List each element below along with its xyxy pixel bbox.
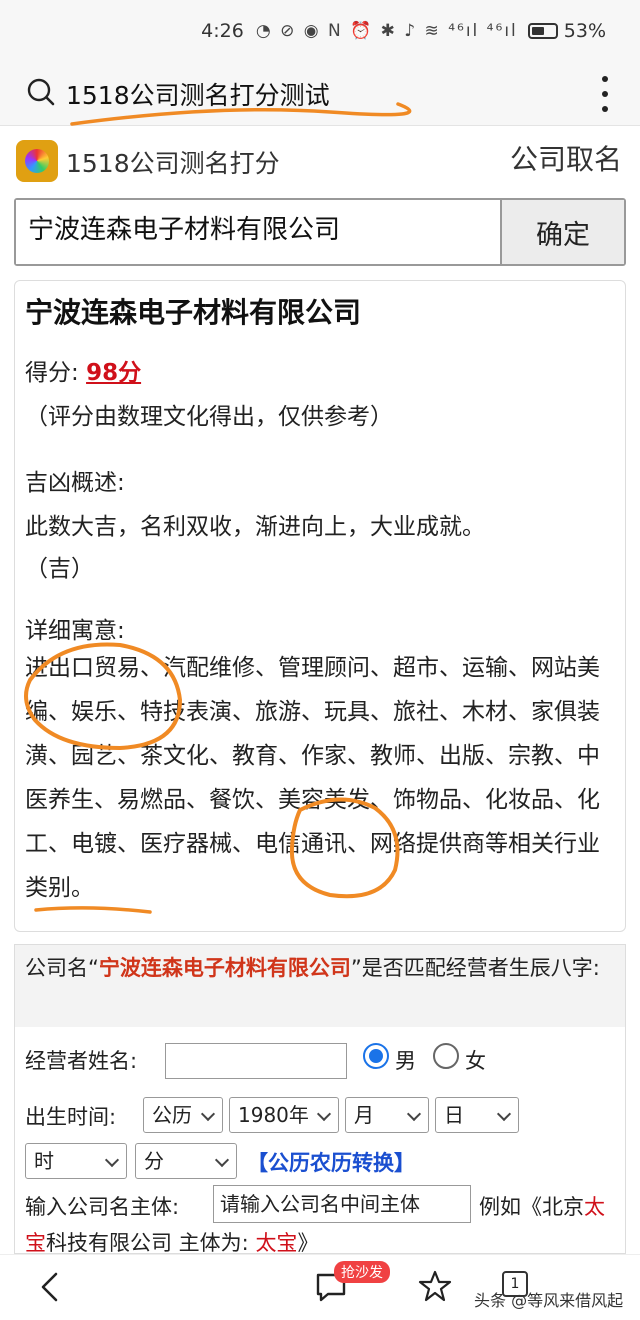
fortune-tag: （吉）	[25, 556, 94, 582]
example-part-e: 太宝	[255, 1231, 298, 1255]
favorite-star-icon[interactable]	[418, 1269, 452, 1303]
back-icon[interactable]	[38, 1271, 62, 1303]
subject-example-cont: 宝科技有限公司 主体为: 太宝》	[25, 1227, 318, 1257]
watermark: 头条 @等风来借风起	[474, 1291, 624, 1310]
day-select[interactable]: 日	[435, 1097, 519, 1133]
minute-select[interactable]: 分	[135, 1143, 237, 1179]
score-label: 得分:	[25, 360, 79, 386]
bottom-nav: 抢沙发 1 头条 @等风来借风起	[0, 1254, 640, 1320]
male-label: 男	[395, 1049, 416, 1073]
month-select[interactable]: 月	[345, 1097, 429, 1133]
site-logo[interactable]	[16, 140, 58, 182]
subject-example: 例如《北京太	[479, 1191, 605, 1221]
search-query[interactable]: 1518公司测名打分测试	[66, 76, 330, 112]
owner-name-label: 经营者姓名:	[25, 1049, 138, 1073]
more-menu-icon[interactable]	[600, 76, 610, 112]
match-heading-company: 宁波连森电子材料有限公司	[98, 956, 351, 980]
example-part-a: 例如《北京	[479, 1195, 584, 1219]
birth-time-label: 出生时间:	[25, 1105, 117, 1129]
search-bar[interactable]: 1518公司测名打分测试	[0, 62, 640, 126]
female-label: 女	[465, 1049, 486, 1073]
status-bar: 4:26 ◔ ⊘ ◉ N ⏰ ✱ ♪ ≋ ⁴⁶ıl ⁴⁶ıl 53%	[0, 0, 640, 62]
female-radio[interactable]	[433, 1043, 459, 1069]
subject-label: 输入公司名主体:	[25, 1195, 180, 1219]
score-value[interactable]: 98分	[86, 360, 141, 386]
company-naming-link[interactable]: 公司取名	[510, 138, 622, 178]
subject-input[interactable]: 请输入公司名中间主体	[213, 1185, 471, 1223]
match-heading: 公司名“宁波连森电子材料有限公司”是否匹配经营者生辰八字:	[15, 945, 625, 1027]
site-header: 1518公司测名打分 公司取名	[0, 132, 640, 190]
score-line: 得分: 98分	[25, 353, 141, 387]
owner-name-input[interactable]	[165, 1043, 347, 1079]
comment-badge: 抢沙发	[334, 1261, 390, 1283]
battery-percent: 53%	[563, 20, 606, 42]
match-heading-suffix: ”是否匹配经营者生辰八字:	[350, 956, 600, 980]
birth-match-panel: 公司名“宁波连森电子材料有限公司”是否匹配经营者生辰八字: 经营者姓名: 男 女…	[14, 944, 626, 1257]
hour-select[interactable]: 时	[25, 1143, 127, 1179]
status-time: 4:26	[201, 20, 244, 42]
fortune-text: 此数大吉，名利双收，渐进向上，大业成就。	[25, 514, 485, 540]
match-heading-prefix: 公司名“	[25, 956, 99, 980]
company-name-form: 宁波连森电子材料有限公司 确定	[14, 198, 626, 266]
calendar-select[interactable]: 公历	[143, 1097, 223, 1133]
detail-text: 进出口贸易、汽配维修、管理顾问、超市、运输、网站美编、娱乐、特技表演、旅游、玩具…	[25, 655, 600, 901]
status-icons: ◔ ⊘ ◉ N ⏰ ✱ ♪ ≋ ⁴⁶ıl ⁴⁶ıl	[255, 21, 518, 41]
result-company-name: 宁波连森电子材料有限公司	[25, 296, 362, 329]
score-note: （评分由数理文化得出，仅供参考）	[25, 404, 393, 430]
example-part-d: 科技有限公司 主体为:	[46, 1231, 249, 1255]
year-select[interactable]: 1980年	[229, 1097, 339, 1133]
example-part-f: 》	[297, 1231, 319, 1255]
confirm-button[interactable]: 确定	[500, 200, 624, 264]
result-panel: 宁波连森电子材料有限公司 得分: 98分 （评分由数理文化得出，仅供参考） 吉凶…	[14, 280, 626, 932]
search-icon[interactable]	[27, 78, 55, 106]
site-title[interactable]: 1518公司测名打分	[66, 144, 280, 180]
company-name-input[interactable]: 宁波连森电子材料有限公司	[16, 200, 502, 264]
calendar-convert-link[interactable]: 【公历农历转换】	[247, 1147, 415, 1177]
male-radio[interactable]	[363, 1043, 389, 1069]
detail-label: 详细寓意:	[25, 618, 125, 644]
example-part-b: 太	[584, 1195, 605, 1219]
example-part-c: 宝	[25, 1231, 46, 1255]
battery-icon	[527, 23, 558, 39]
fortune-label: 吉凶概述:	[25, 470, 125, 496]
